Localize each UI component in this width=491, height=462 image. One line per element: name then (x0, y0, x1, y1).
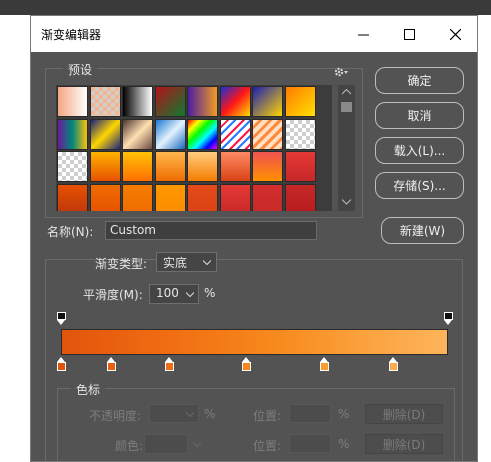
color-stop[interactable] (164, 357, 174, 371)
scroll-down-icon[interactable] (342, 199, 351, 205)
cancel-button[interactable]: 取消 (375, 102, 464, 129)
chevron-down-icon (186, 292, 194, 297)
preset-swatch[interactable] (89, 86, 121, 117)
color-position-input (289, 434, 331, 453)
preset-swatch[interactable] (122, 118, 153, 150)
color-stop[interactable] (319, 357, 329, 371)
opacity-label: 不透明度: (89, 409, 142, 423)
delete-opacity-stop-button[interactable]: 删除(D) (365, 404, 443, 424)
smoothness-unit: % (204, 286, 216, 300)
preset-swatch[interactable] (187, 151, 218, 182)
preset-swatch[interactable] (252, 183, 283, 211)
gradient-editor-dialog: 渐变编辑器 预设 确定 取消 载入(L)... 存储(S)... 名称(N): … (30, 15, 478, 462)
gradient-type-dropdown[interactable]: 实底 (156, 252, 217, 272)
opacity-unit: % (204, 407, 216, 421)
preset-swatch[interactable] (89, 151, 121, 182)
preset-swatch[interactable] (219, 183, 251, 211)
scroll-up-icon[interactable] (342, 89, 351, 95)
preset-swatch[interactable] (154, 183, 186, 211)
chevron-down-icon (193, 442, 201, 447)
preset-swatch[interactable] (219, 151, 251, 182)
scrollbar-thumb[interactable] (341, 102, 352, 112)
preset-swatch[interactable] (252, 86, 283, 117)
preset-swatch[interactable] (154, 86, 186, 117)
opacity-stop[interactable] (56, 312, 66, 325)
maximize-button[interactable] (386, 16, 432, 52)
smoothness-label: 平滑度(M): (83, 288, 143, 302)
background-area-left (0, 15, 30, 462)
minimize-button[interactable] (340, 16, 386, 52)
presets-grid[interactable] (56, 85, 332, 211)
title-bar: 渐变编辑器 (31, 16, 477, 52)
new-button[interactable]: 新建(W) (381, 217, 464, 244)
preset-swatch[interactable] (122, 151, 153, 182)
presets-scrollbar[interactable] (338, 85, 355, 211)
close-icon (449, 28, 461, 40)
color-stops-track[interactable] (56, 357, 452, 373)
close-button[interactable] (432, 16, 477, 52)
preset-swatch[interactable] (122, 183, 153, 211)
preset-swatch[interactable] (187, 86, 218, 117)
delete-color-stop-button[interactable]: 删除(D) (365, 434, 443, 454)
save-button[interactable]: 存储(S)... (375, 172, 464, 199)
preset-swatch[interactable] (89, 118, 121, 150)
opacity-position-unit: % (338, 407, 350, 421)
preset-swatch[interactable] (187, 118, 218, 150)
color-position-label: 位置: (253, 439, 282, 453)
opacity-stop[interactable] (443, 312, 453, 325)
gradient-preview-bar[interactable] (61, 329, 448, 355)
color-label: 颜色: (115, 439, 144, 453)
preset-swatch[interactable] (284, 86, 316, 117)
maximize-icon (403, 28, 415, 40)
stops-group-label: 色标 (71, 381, 106, 398)
window-title: 渐变编辑器 (41, 28, 102, 42)
color-stop[interactable] (56, 357, 66, 371)
preset-swatch[interactable] (154, 151, 186, 182)
presets-label: 预设 (63, 61, 98, 78)
preset-swatch[interactable] (89, 183, 121, 211)
opacity-stops-track[interactable] (56, 312, 453, 326)
smoothness-dropdown[interactable]: 100 (149, 284, 199, 304)
preset-swatch[interactable] (219, 118, 251, 150)
load-button[interactable]: 载入(L)... (375, 137, 464, 164)
preset-swatch[interactable] (57, 118, 88, 150)
preset-swatch[interactable] (187, 183, 218, 211)
background-app-bar (0, 0, 491, 15)
chevron-down-icon (203, 260, 211, 265)
presets-settings-gear-icon[interactable] (333, 63, 349, 77)
opacity-input (149, 404, 199, 423)
smoothness-value: 100 (156, 286, 179, 300)
name-input[interactable]: Custom (105, 221, 317, 240)
gradient-type-label: 渐变类型: (95, 257, 148, 271)
preset-swatch[interactable] (57, 183, 88, 211)
color-stop[interactable] (389, 357, 399, 371)
color-stop[interactable] (242, 357, 252, 371)
color-stop[interactable] (106, 357, 116, 371)
preset-swatch[interactable] (252, 151, 283, 182)
color-swatch (144, 434, 188, 454)
background-area-right (478, 15, 491, 462)
chevron-down-icon (186, 412, 194, 417)
opacity-position-input (289, 404, 331, 423)
preset-swatch[interactable] (57, 86, 88, 117)
minimize-icon (357, 34, 369, 35)
gradient-type-value: 实底 (163, 256, 188, 270)
preset-swatch[interactable] (284, 151, 316, 182)
preset-swatch[interactable] (219, 86, 251, 117)
preset-swatch[interactable] (122, 86, 153, 117)
preset-swatch[interactable] (284, 118, 316, 150)
preset-swatch[interactable] (284, 183, 316, 211)
preset-swatch[interactable] (57, 151, 88, 182)
opacity-position-label: 位置: (253, 409, 282, 423)
name-label: 名称(N): (47, 225, 94, 239)
preset-swatch[interactable] (252, 118, 283, 150)
preset-swatch[interactable] (154, 118, 186, 150)
color-position-unit: % (338, 437, 350, 451)
ok-button[interactable]: 确定 (375, 67, 464, 94)
